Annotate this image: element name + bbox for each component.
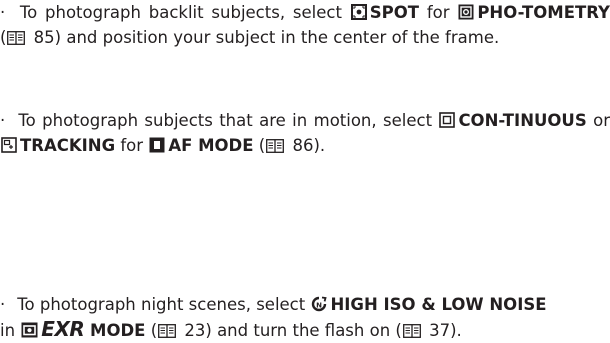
high-iso-low-noise-icon: N xyxy=(311,296,328,312)
photometry-label: PHO-TOMETRY xyxy=(477,3,610,22)
tracking-af-icon xyxy=(1,137,17,153)
af-mode-icon xyxy=(149,137,165,153)
spot-metering-icon xyxy=(350,4,367,20)
item-text: ( xyxy=(0,28,7,47)
page-reference-icon xyxy=(158,324,177,338)
page-reference-icon xyxy=(7,31,26,45)
item-text: for xyxy=(115,136,149,155)
page-reference-icon xyxy=(402,324,421,338)
high-iso-label: HIGH ISO & LOW NOISE xyxy=(330,295,547,314)
item-text: ( xyxy=(145,321,158,340)
spot-label: SPOT xyxy=(369,3,419,22)
exr-logo: EXR xyxy=(41,317,85,341)
item-text: 85) and position your subject in the cen… xyxy=(28,28,500,47)
item-text: ( xyxy=(253,136,266,155)
bullet-dot: · xyxy=(0,295,6,314)
bullet-item-motion: · To photograph subjects that are in mot… xyxy=(0,108,610,158)
item-text: 23) and turn the flash on ( xyxy=(179,321,402,340)
tracking-label: TRACKING xyxy=(20,136,116,155)
bullet-item-backlit: · To photograph backlit subjects, select… xyxy=(0,0,610,50)
item-text: To photograph night scenes, select xyxy=(17,295,311,314)
mode-label: MODE xyxy=(84,321,146,340)
item-text: To photograph subjects that are in motio… xyxy=(18,111,439,130)
photometry-icon xyxy=(458,4,474,20)
continuous-af-icon xyxy=(439,112,456,128)
bullet-dot: · xyxy=(0,3,6,22)
continuous-label: CON-TINUOUS xyxy=(458,111,587,130)
bullet-item-night: · To photograph night scenes, select N H… xyxy=(0,292,610,343)
item-text: 37). xyxy=(423,321,462,340)
camera-mode-icon xyxy=(21,322,38,338)
item-text: for xyxy=(419,3,458,22)
bullet-dot: · xyxy=(0,111,6,130)
item-text: in xyxy=(0,321,21,340)
item-text: To photograph backlit subjects, select xyxy=(19,3,350,22)
item-text: or xyxy=(586,111,610,130)
item-text: 86). xyxy=(287,136,326,155)
svg-text:N: N xyxy=(317,302,323,310)
af-mode-label: AF MODE xyxy=(168,136,254,155)
page-reference-icon xyxy=(266,139,285,153)
